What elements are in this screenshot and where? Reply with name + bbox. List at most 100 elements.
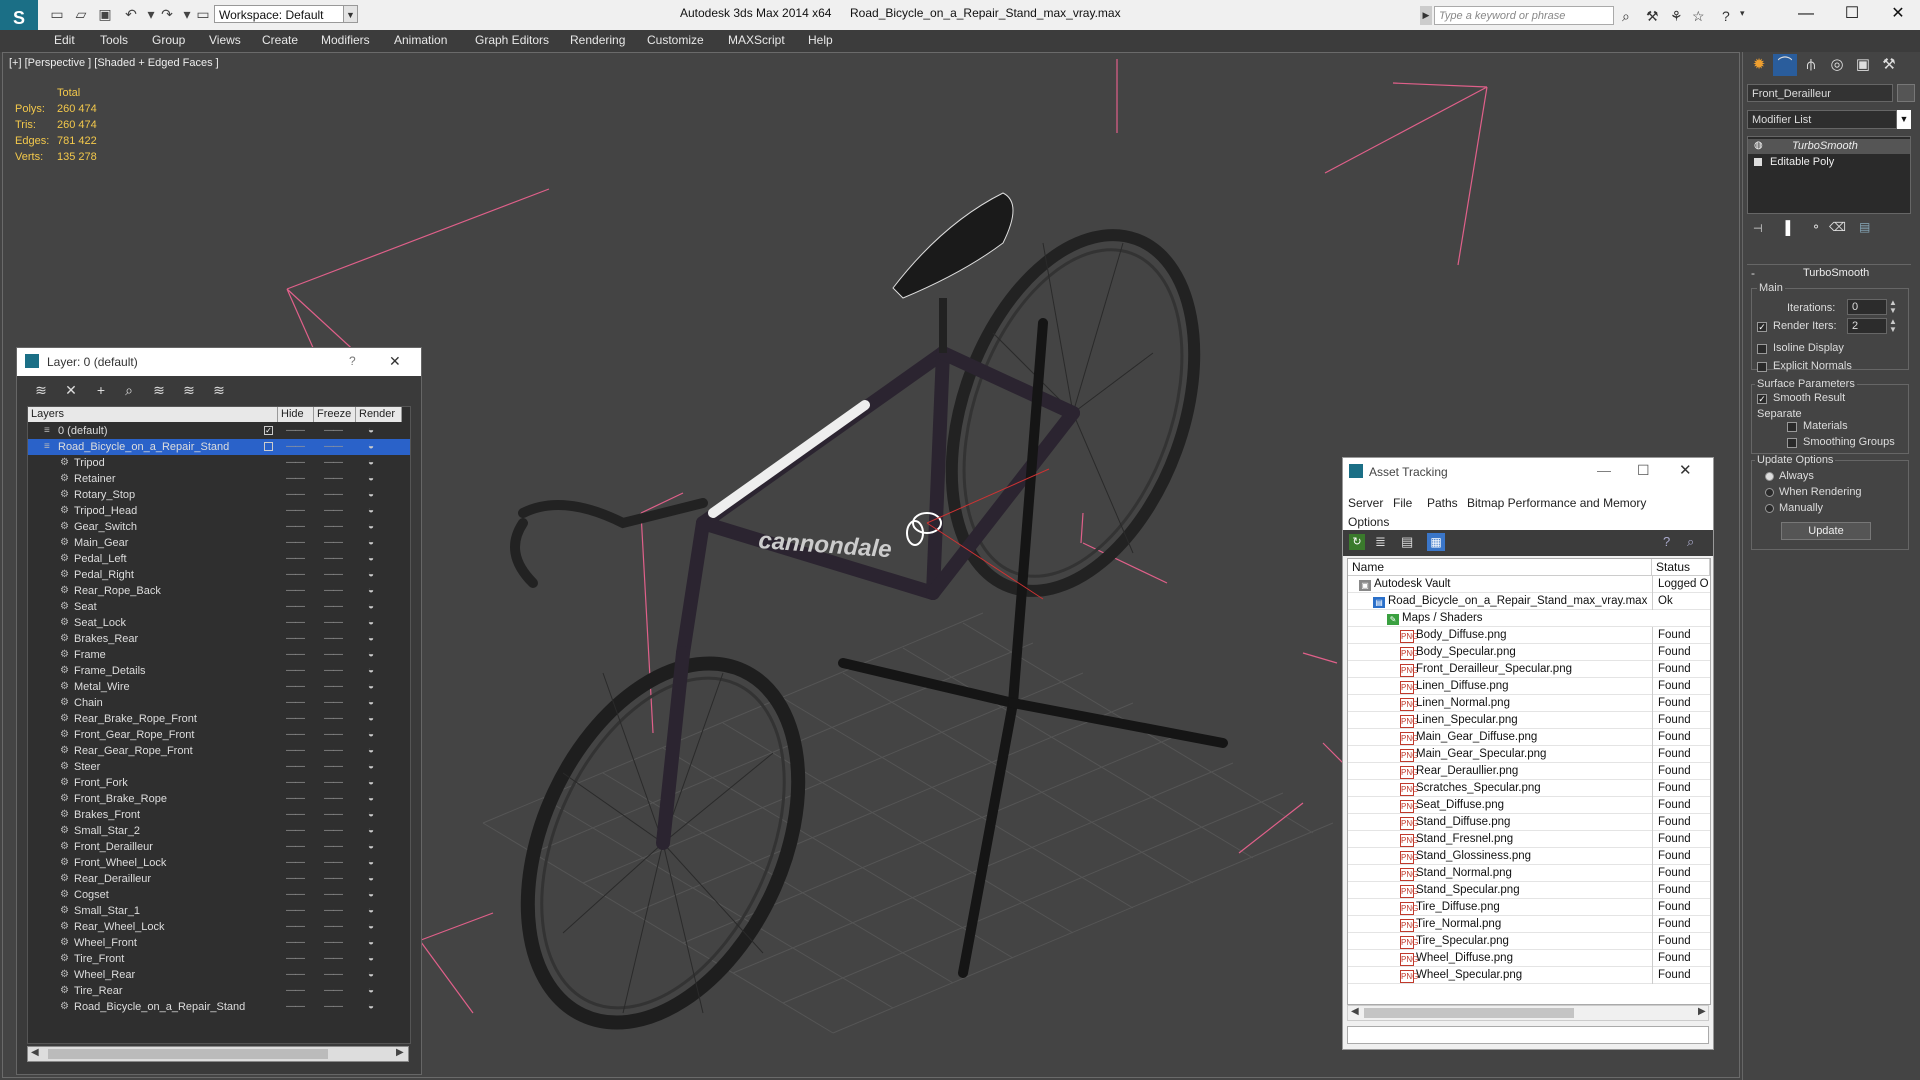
iterations-spinner[interactable]: 0 <box>1847 299 1887 315</box>
asset-row[interactable]: PNG Linen_Specular.png Found <box>1348 712 1710 729</box>
binoculars-icon[interactable]: ⌕ <box>1622 8 1630 25</box>
stack-item-editable-poly[interactable]: Editable Poly <box>1748 155 1910 170</box>
hide-toggle[interactable]: —— <box>286 903 305 919</box>
render-teapot-icon[interactable]: ◒ <box>368 519 374 535</box>
scroll-left-icon[interactable]: ◀ <box>1351 1006 1359 1017</box>
freeze-toggle[interactable]: —— <box>324 743 343 759</box>
layer-row[interactable]: ⚙ Frame —— —— ◒ <box>28 647 410 663</box>
close-button[interactable]: ✕ <box>1878 2 1918 26</box>
layer-row[interactable]: ⚙ Front_Derailleur —— —— ◒ <box>28 839 410 855</box>
render-teapot-icon[interactable]: ◒ <box>368 583 374 599</box>
hide-toggle[interactable]: —— <box>286 615 305 631</box>
layer-row[interactable]: ⚙ Tripod_Head —— —— ◒ <box>28 503 410 519</box>
menu-bitmap-performance[interactable]: Bitmap Performance and Memory <box>1467 496 1646 510</box>
highlight-layer-icon[interactable]: ≋ <box>149 380 169 400</box>
hide-toggle[interactable]: —— <box>286 423 305 439</box>
scroll-right-icon[interactable]: ▶ <box>396 1047 404 1058</box>
freeze-toggle[interactable]: —— <box>324 855 343 871</box>
object-name-field[interactable]: Front_Derailleur <box>1747 84 1893 102</box>
layer-horizontal-scrollbar[interactable]: ◀ ▶ <box>27 1046 409 1062</box>
layer-row[interactable]: ⚙ Tire_Rear —— —— ◒ <box>28 983 410 999</box>
freeze-toggle[interactable]: —— <box>324 967 343 983</box>
create-layer-icon[interactable]: ≋ <box>31 380 51 400</box>
menu-server[interactable]: Server <box>1348 496 1383 510</box>
current-layer-checkbox[interactable]: ✓ <box>264 426 273 435</box>
hide-toggle[interactable]: —— <box>286 567 305 583</box>
minimize-dialog-button[interactable]: — <box>1597 462 1611 478</box>
close-dialog-button[interactable]: ✕ <box>389 353 401 370</box>
freeze-toggle[interactable]: —— <box>324 519 343 535</box>
asset-row[interactable]: PNG Wheel_Diffuse.png Found <box>1348 950 1710 967</box>
freeze-toggle[interactable]: —— <box>324 487 343 503</box>
asset-row[interactable]: ✎ Maps / Shaders <box>1348 610 1710 627</box>
asset-row[interactable]: PNG Body_Diffuse.png Found <box>1348 627 1710 644</box>
render-teapot-icon[interactable]: ◒ <box>368 855 374 871</box>
layer-row[interactable]: ⚙ Cogset —— —— ◒ <box>28 887 410 903</box>
hide-toggle[interactable]: —— <box>286 823 305 839</box>
render-teapot-icon[interactable]: ◒ <box>368 887 374 903</box>
render-teapot-icon[interactable]: ◒ <box>368 743 374 759</box>
render-teapot-icon[interactable]: ◒ <box>368 775 374 791</box>
freeze-toggle[interactable]: —— <box>324 999 343 1015</box>
freeze-toggle[interactable]: —— <box>324 647 343 663</box>
workspace-dropdown[interactable]: Workspace: Default <box>214 5 344 23</box>
render-teapot-icon[interactable]: ◒ <box>368 599 374 615</box>
asset-row[interactable]: PNG Main_Gear_Specular.png Found <box>1348 746 1710 763</box>
asset-row[interactable]: PNG Body_Specular.png Found <box>1348 644 1710 661</box>
minimize-button[interactable]: — <box>1786 2 1826 26</box>
hide-toggle[interactable]: —— <box>286 519 305 535</box>
project-folder-icon[interactable]: ▭ <box>194 6 212 22</box>
layer-row[interactable]: ⚙ Rear_Derailleur —— —— ◒ <box>28 871 410 887</box>
hide-toggle[interactable]: —— <box>286 647 305 663</box>
column-render[interactable]: Render <box>356 407 402 422</box>
layer-row[interactable]: ⚙ Chain —— —— ◒ <box>28 695 410 711</box>
materials-checkbox[interactable] <box>1787 422 1797 432</box>
hide-toggle[interactable]: —— <box>286 951 305 967</box>
search-expand-icon[interactable]: ▶ <box>1420 6 1432 25</box>
thumbnail-view-icon[interactable]: ▤ <box>1401 534 1413 550</box>
list-view-icon[interactable]: ≣ <box>1375 534 1386 550</box>
asset-row[interactable]: PNG Front_Derailleur_Specular.png Found <box>1348 661 1710 678</box>
isoline-display-checkbox[interactable] <box>1757 344 1767 354</box>
spinner-arrows-icon[interactable]: ▲ ▼ <box>1889 318 1897 334</box>
layer-row[interactable]: ⚙ Small_Star_2 —— —— ◒ <box>28 823 410 839</box>
manually-radio[interactable] <box>1765 504 1774 513</box>
render-teapot-icon[interactable]: ◒ <box>368 423 374 439</box>
render-teapot-icon[interactable]: ◒ <box>368 839 374 855</box>
render-teapot-icon[interactable]: ◒ <box>368 871 374 887</box>
layer-row[interactable]: ⚙ Rear_Rope_Back —— —— ◒ <box>28 583 410 599</box>
hide-toggle[interactable]: —— <box>286 599 305 615</box>
freeze-toggle[interactable]: —— <box>324 759 343 775</box>
asset-row[interactable]: PNG Tire_Diffuse.png Found <box>1348 899 1710 916</box>
hide-toggle[interactable]: —— <box>286 807 305 823</box>
render-teapot-icon[interactable]: ◒ <box>368 487 374 503</box>
freeze-toggle[interactable]: —— <box>324 887 343 903</box>
close-dialog-button[interactable]: ✕ <box>1679 461 1692 479</box>
hide-toggle[interactable]: —— <box>286 695 305 711</box>
freeze-toggle[interactable]: —— <box>324 471 343 487</box>
scrollbar-thumb[interactable] <box>1364 1008 1574 1018</box>
freeze-toggle[interactable]: —— <box>324 583 343 599</box>
chevron-down-icon[interactable]: ▼ <box>344 5 358 23</box>
menu-create[interactable]: Create <box>262 33 298 47</box>
menu-rendering[interactable]: Rendering <box>570 33 625 47</box>
render-teapot-icon[interactable]: ◒ <box>368 919 374 935</box>
layer-row[interactable]: ⚙ Frame_Details —— —— ◒ <box>28 663 410 679</box>
hide-toggle[interactable]: —— <box>286 983 305 999</box>
freeze-toggle[interactable]: —— <box>324 455 343 471</box>
smooth-result-checkbox[interactable]: ✓ <box>1757 394 1767 404</box>
freeze-toggle[interactable]: —— <box>324 727 343 743</box>
asset-row[interactable]: PNG Linen_Normal.png Found <box>1348 695 1710 712</box>
remove-modifier-icon[interactable]: ⌫ <box>1829 220 1846 234</box>
layer-row[interactable]: ⚙ Seat_Lock —— —— ◒ <box>28 615 410 631</box>
layer-row[interactable]: ⚙ Rear_Brake_Rope_Front —— —— ◒ <box>28 711 410 727</box>
add-to-layer-icon[interactable]: + <box>91 380 111 400</box>
hide-toggle[interactable]: —— <box>286 631 305 647</box>
layer-row[interactable]: ⚙ Rear_Wheel_Lock —— —— ◒ <box>28 919 410 935</box>
menu-help[interactable]: Help <box>808 33 833 47</box>
asset-row[interactable]: PNG Main_Gear_Diffuse.png Found <box>1348 729 1710 746</box>
layer-row[interactable]: ⚙ Small_Star_1 —— —— ◒ <box>28 903 410 919</box>
freeze-toggle[interactable]: —— <box>324 807 343 823</box>
render-teapot-icon[interactable]: ◒ <box>368 695 374 711</box>
freeze-toggle[interactable]: —— <box>324 535 343 551</box>
